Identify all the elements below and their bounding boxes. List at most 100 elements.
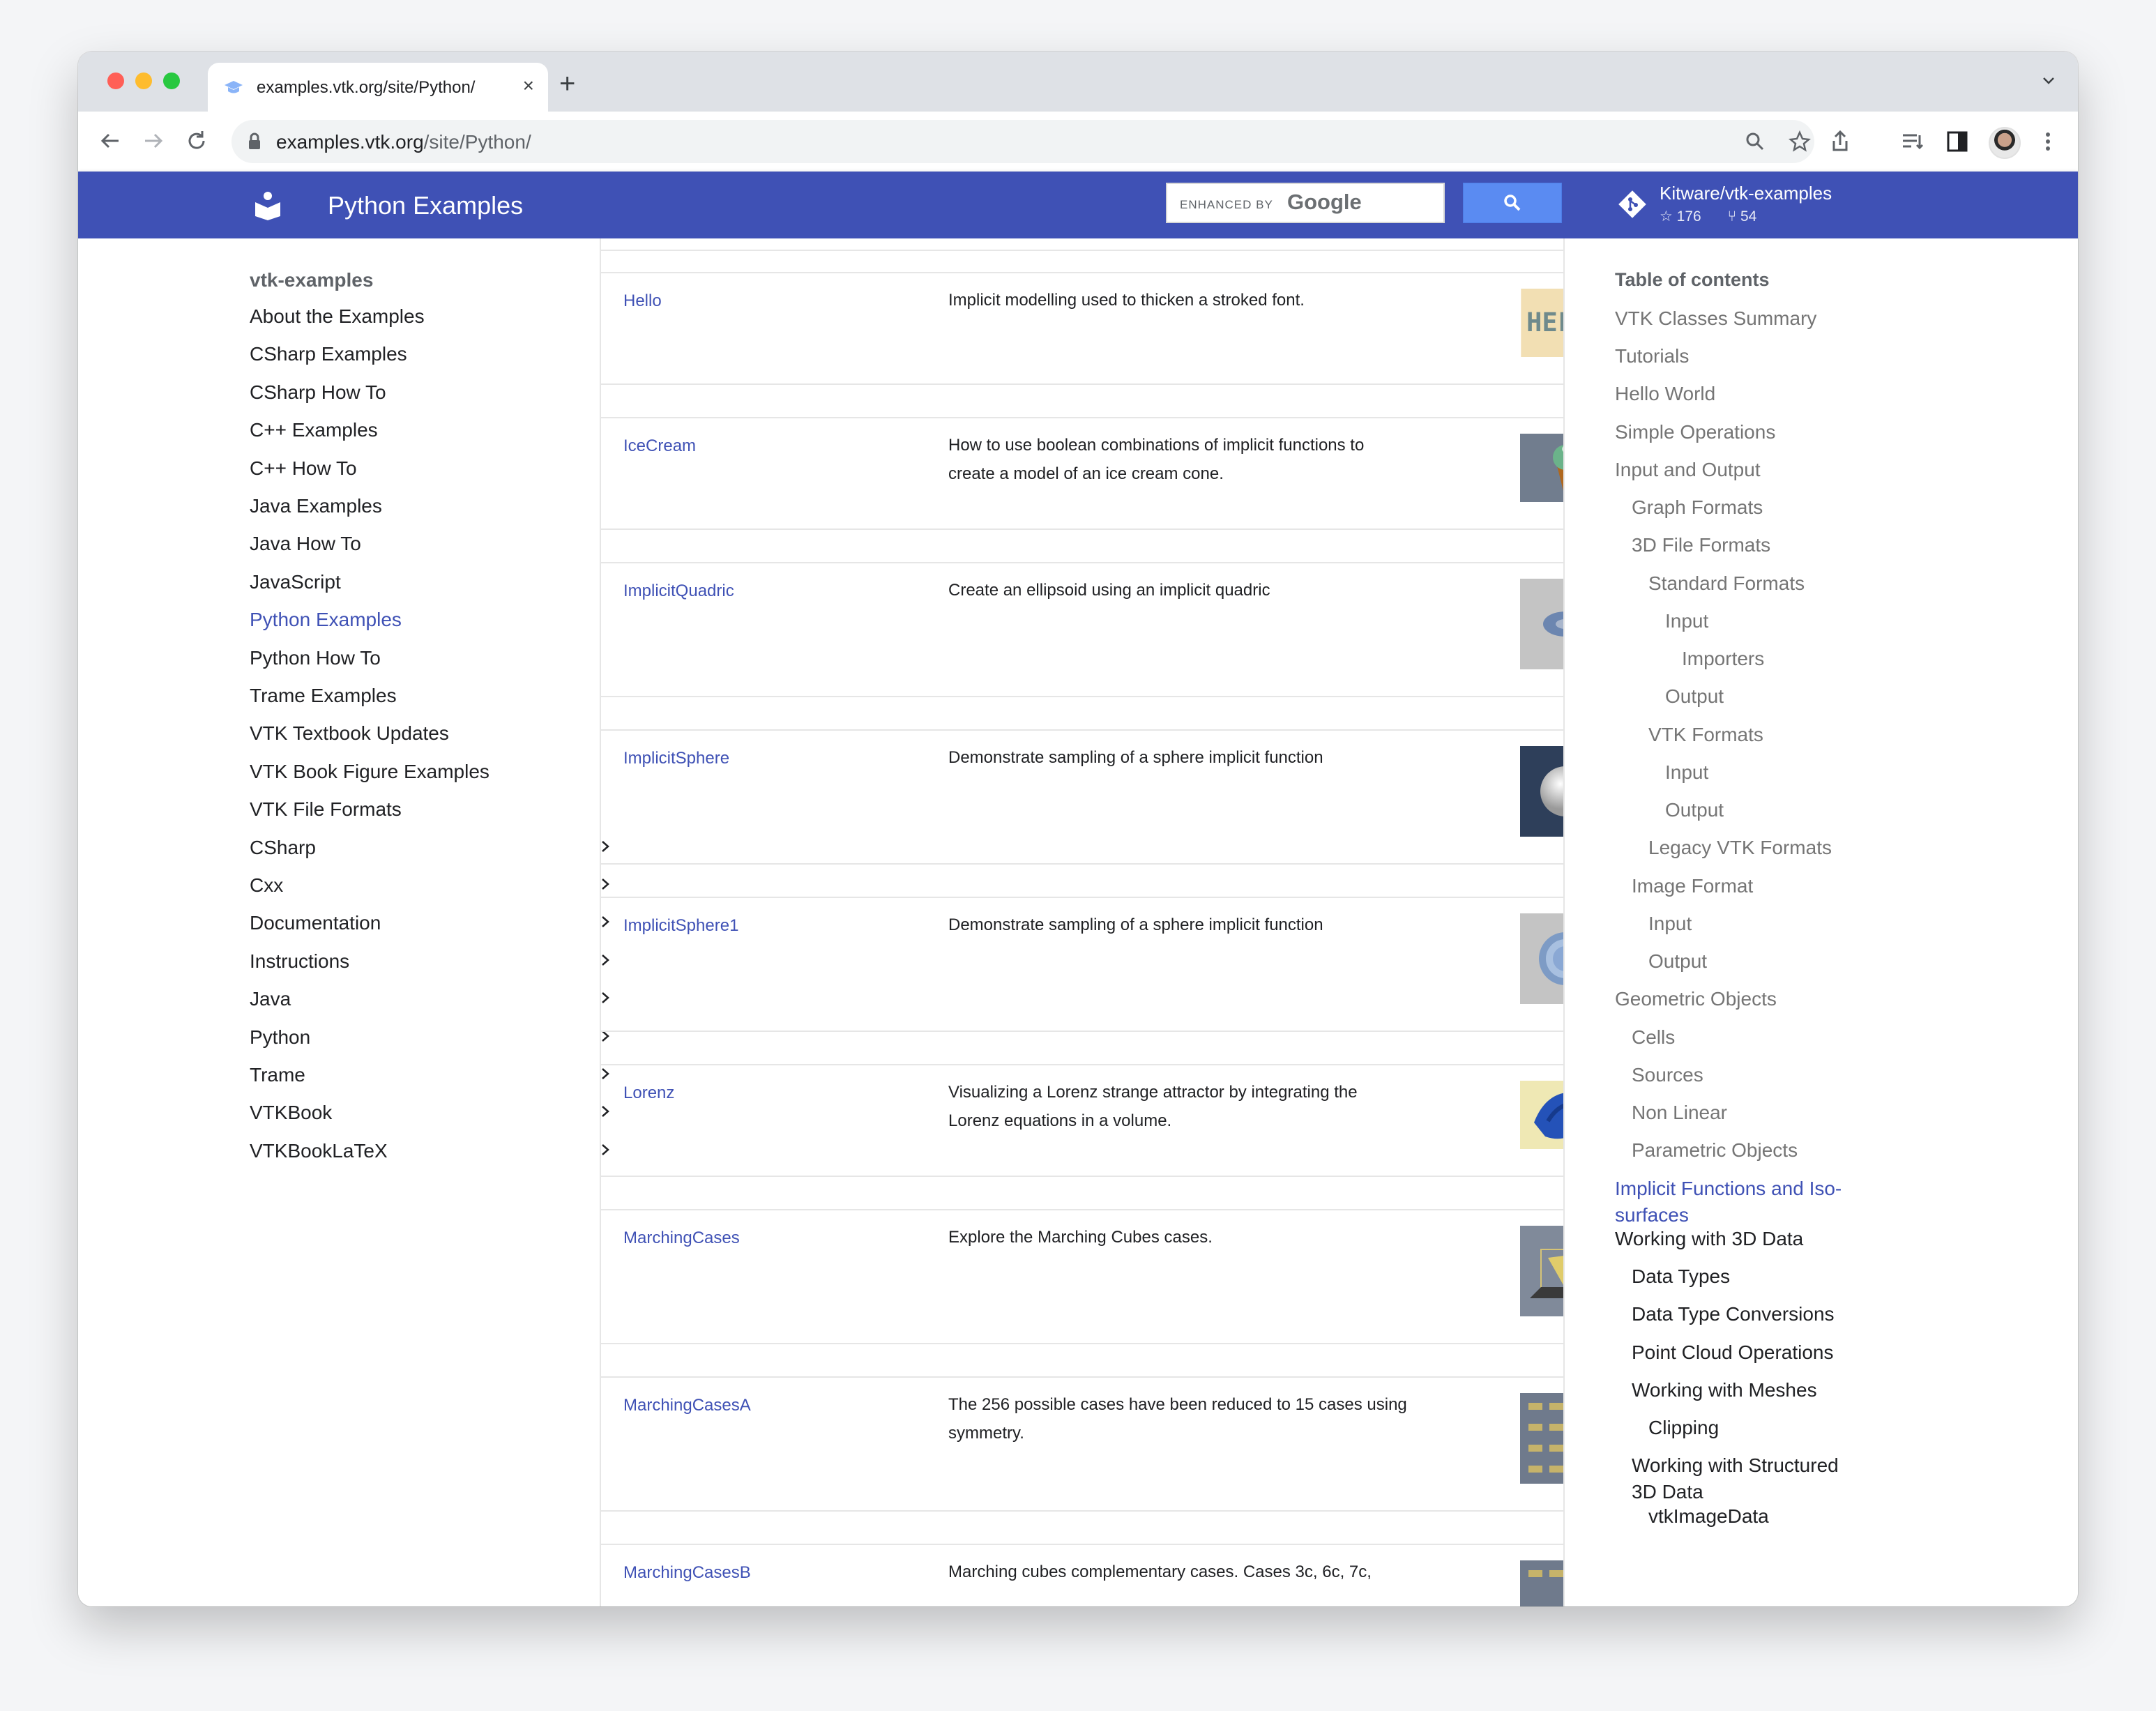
reload-icon[interactable]: [184, 128, 209, 153]
example-thumbnail[interactable]: [1520, 1226, 1563, 1316]
nav-item[interactable]: Instructions: [250, 950, 612, 973]
example-thumbnail[interactable]: [1520, 1081, 1563, 1149]
git-repo-icon[interactable]: [1616, 188, 1648, 220]
back-icon[interactable]: [98, 128, 123, 153]
url-text[interactable]: examples.vtk.org/site/Python/: [276, 131, 531, 153]
minimize-window-button[interactable]: [135, 73, 152, 89]
menu-icon[interactable]: [2035, 128, 2061, 155]
nav-item[interactable]: Java: [250, 988, 612, 1010]
example-link[interactable]: ImplicitQuadric: [623, 581, 734, 601]
toc-item[interactable]: VTK Classes Summary: [1615, 305, 1866, 332]
bookmark-star-icon[interactable]: [1788, 130, 1812, 153]
toc-item[interactable]: vtkImageData: [1648, 1503, 1866, 1530]
toc-item[interactable]: Point Cloud Operations: [1632, 1339, 1866, 1366]
toc-item[interactable]: Output: [1648, 948, 1866, 975]
side-panel-icon[interactable]: [1944, 128, 1971, 155]
browser-tab[interactable]: examples.vtk.org/site/Python/ ×: [208, 63, 548, 112]
toc-item[interactable]: Working with Structured 3D Data: [1632, 1452, 1866, 1505]
nav-item[interactable]: Python: [250, 1026, 612, 1049]
toc-item[interactable]: Clipping: [1648, 1415, 1866, 1441]
nav-item[interactable]: Trame: [250, 1064, 612, 1086]
lock-icon[interactable]: [247, 132, 262, 151]
chevron-down-icon[interactable]: [2040, 73, 2057, 89]
example-thumbnail[interactable]: [1520, 434, 1563, 502]
toc-item[interactable]: Graph Formats: [1632, 494, 1866, 521]
toc-item[interactable]: VTK Formats: [1648, 722, 1866, 748]
toc-item[interactable]: Input: [1648, 911, 1866, 937]
nav-item[interactable]: VTK Textbook Updates: [250, 722, 612, 745]
toc-item[interactable]: Importers: [1682, 646, 1866, 672]
example-thumbnail[interactable]: [1520, 579, 1563, 669]
nav-item[interactable]: CSharp Examples: [250, 343, 612, 365]
nav-item[interactable]: Trame Examples: [250, 685, 612, 707]
toc-item[interactable]: Working with 3D Data: [1615, 1226, 1866, 1252]
toc-item[interactable]: Data Type Conversions: [1632, 1301, 1866, 1328]
toc-item[interactable]: Output: [1665, 797, 1866, 823]
toc-item[interactable]: Sources: [1632, 1062, 1866, 1088]
nav-item[interactable]: VTK File Formats: [250, 798, 612, 821]
reading-list-icon[interactable]: [1899, 128, 1926, 155]
nav-item[interactable]: Cxx: [250, 874, 612, 897]
nav-item[interactable]: Documentation: [250, 912, 612, 934]
example-link[interactable]: Lorenz: [623, 1083, 674, 1103]
new-tab-icon[interactable]: +: [559, 70, 575, 98]
close-window-button[interactable]: [107, 73, 124, 89]
example-link[interactable]: Hello: [623, 291, 662, 311]
toc-item[interactable]: Geometric Objects: [1615, 986, 1866, 1012]
address-bar[interactable]: examples.vtk.org/site/Python/: [231, 120, 1814, 163]
site-title[interactable]: Python Examples: [328, 191, 523, 220]
book-logo-icon[interactable]: [252, 190, 283, 220]
example-link[interactable]: ImplicitSphere1: [623, 916, 738, 936]
example-link[interactable]: MarchingCasesB: [623, 1563, 751, 1583]
search-button[interactable]: [1463, 183, 1562, 223]
toc-item[interactable]: Parametric Objects: [1632, 1137, 1866, 1164]
example-link[interactable]: IceCream: [623, 436, 696, 456]
toc-item[interactable]: Data Types: [1632, 1263, 1866, 1290]
example-thumbnail[interactable]: [1520, 746, 1563, 837]
nav-item[interactable]: C++ How To: [250, 457, 612, 480]
toc-item[interactable]: Input and Output: [1615, 457, 1866, 483]
toc-item[interactable]: Image Format: [1632, 873, 1866, 899]
toc-item[interactable]: Cells: [1632, 1024, 1866, 1051]
toc-item[interactable]: Working with Meshes: [1632, 1377, 1866, 1404]
toc-item[interactable]: Hello World: [1615, 381, 1866, 407]
toc-item[interactable]: 3D File Formats: [1632, 532, 1866, 558]
table-divider: [601, 1209, 1563, 1210]
toc-item[interactable]: Input: [1665, 608, 1866, 634]
toc-item[interactable]: Simple Operations: [1615, 419, 1866, 446]
nav-item[interactable]: Java How To: [250, 533, 612, 555]
nav-item[interactable]: C++ Examples: [250, 419, 612, 441]
share-icon[interactable]: [1827, 128, 1853, 155]
search-input[interactable]: ENHANCED BY Google: [1166, 183, 1445, 223]
zoom-icon[interactable]: [1743, 130, 1767, 153]
example-thumbnail[interactable]: [1520, 913, 1563, 1004]
nav-item[interactable]: Java Examples: [250, 495, 612, 517]
profile-avatar[interactable]: [1989, 127, 2021, 159]
example-thumbnail[interactable]: [1520, 1560, 1563, 1606]
example-thumbnail[interactable]: [1520, 1393, 1563, 1484]
forward-icon[interactable]: [141, 128, 166, 153]
nav-item[interactable]: About the Examples: [250, 305, 612, 328]
toc-item[interactable]: Standard Formats: [1648, 570, 1866, 597]
toc-item[interactable]: Implicit Functions and Iso-surfaces: [1615, 1176, 1866, 1229]
example-thumbnail[interactable]: HELLO: [1520, 289, 1563, 357]
toc-item[interactable]: Legacy VTK Formats: [1648, 835, 1866, 861]
nav-item[interactable]: JavaScript: [250, 571, 612, 593]
repo-link[interactable]: Kitware/vtk-examples: [1660, 183, 1832, 204]
example-link[interactable]: MarchingCases: [623, 1229, 740, 1248]
example-link[interactable]: ImplicitSphere: [623, 749, 729, 768]
nav-item[interactable]: VTKBook: [250, 1102, 612, 1124]
toc-item[interactable]: Non Linear: [1632, 1100, 1866, 1126]
nav-item[interactable]: Python How To: [250, 647, 612, 669]
toc-item[interactable]: Input: [1665, 759, 1866, 786]
nav-item[interactable]: Python Examples: [250, 609, 612, 631]
toc-item[interactable]: Tutorials: [1615, 343, 1866, 370]
nav-item[interactable]: CSharp: [250, 837, 612, 859]
nav-item[interactable]: CSharp How To: [250, 381, 612, 404]
nav-item[interactable]: VTKBookLaTeX: [250, 1140, 612, 1162]
maximize-window-button[interactable]: [163, 73, 180, 89]
nav-item[interactable]: VTK Book Figure Examples: [250, 761, 612, 783]
close-tab-icon[interactable]: ×: [523, 75, 534, 96]
toc-item[interactable]: Output: [1665, 683, 1866, 710]
example-link[interactable]: MarchingCasesA: [623, 1396, 751, 1415]
